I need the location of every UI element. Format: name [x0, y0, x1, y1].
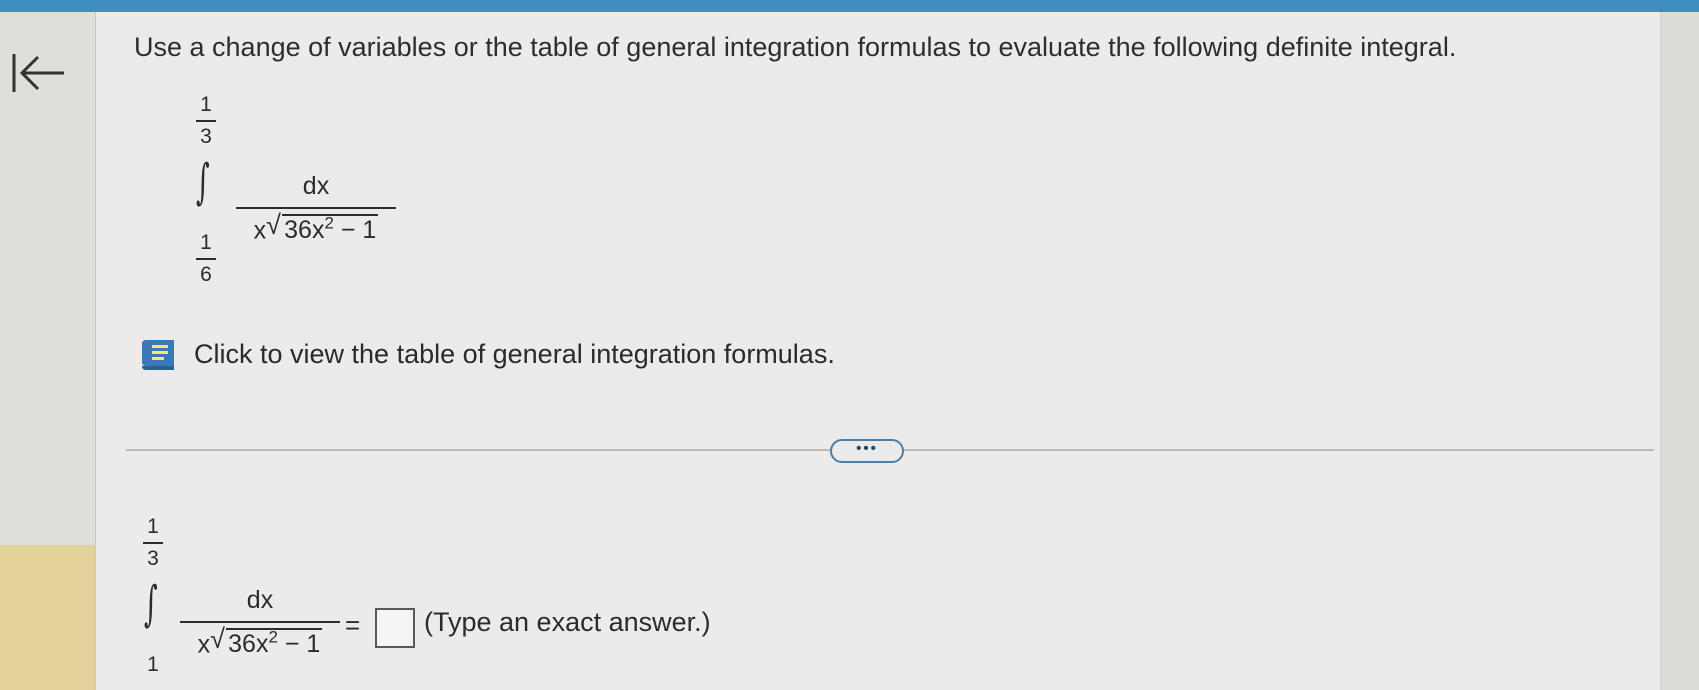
- integral-sign: ∫: [196, 154, 210, 210]
- integrand-numerator: dx: [302, 172, 330, 200]
- left-panel-highlight: [0, 545, 95, 690]
- answer-denominator-prefix: x: [197, 630, 211, 659]
- answer-radicand-exponent: 2: [268, 628, 278, 647]
- integrand-fraction: dx x √ 36x2 − 1: [236, 172, 396, 245]
- lower-limit-bar: [196, 258, 216, 260]
- answer-integrand-numerator: dx: [246, 586, 274, 614]
- answer-radicand: 36x2 − 1: [226, 628, 323, 659]
- back-to-start-icon[interactable]: [8, 48, 68, 98]
- fraction-bar: [236, 207, 396, 209]
- radicand: 36x2 − 1: [282, 214, 379, 245]
- answer-upper-denominator: 3: [147, 547, 159, 570]
- question-instruction: Use a change of variables or the table o…: [134, 32, 1457, 62]
- denominator-prefix: x: [253, 216, 267, 245]
- answer-radicand-suffix: − 1: [277, 630, 321, 659]
- more-button[interactable]: •••: [830, 439, 904, 463]
- lower-limit-denominator: 6: [200, 263, 212, 286]
- answer-upper-bar: [143, 542, 163, 544]
- answer-square-root: √ 36x2 − 1: [210, 624, 323, 659]
- radicand-base: 36x: [284, 216, 325, 245]
- top-bar: [0, 0, 1699, 12]
- upper-limit-denominator: 3: [200, 125, 212, 148]
- equals-sign: =: [345, 610, 361, 640]
- radicand-exponent: 2: [324, 214, 334, 233]
- radical-sign: √: [266, 210, 281, 240]
- answer-lower-limit: 1: [140, 654, 166, 676]
- square-root: √ 36x2 − 1: [266, 210, 379, 245]
- answer-integral-sign: ∫: [144, 576, 158, 632]
- integrand-denominator: x √ 36x2 − 1: [236, 210, 396, 245]
- answer-radical-sign: √: [210, 624, 225, 654]
- answer-radicand-base: 36x: [228, 630, 269, 659]
- answer-upper-limit: 1 3: [140, 516, 166, 570]
- upper-limit: 1 3: [193, 94, 219, 148]
- book-icon: [142, 340, 174, 370]
- upper-limit-bar: [196, 120, 216, 122]
- answer-input[interactable]: [375, 608, 415, 648]
- answer-fraction-bar: [180, 621, 340, 623]
- answer-upper-numerator: 1: [147, 515, 159, 538]
- right-edge: [1660, 12, 1699, 690]
- upper-limit-numerator: 1: [200, 93, 212, 116]
- answer-lower-numerator: 1: [147, 653, 159, 676]
- answer-integrand-denominator: x √ 36x2 − 1: [180, 624, 340, 659]
- radicand-suffix: − 1: [333, 216, 377, 245]
- formula-link-label: Click to view the table of general integ…: [194, 338, 835, 369]
- answer-integrand-fraction: dx x √ 36x2 − 1: [180, 586, 340, 659]
- lower-limit: 1 6: [193, 232, 219, 286]
- lower-limit-numerator: 1: [200, 231, 212, 254]
- answer-hint: (Type an exact answer.): [424, 607, 711, 637]
- formula-table-link[interactable]: Click to view the table of general integ…: [140, 336, 835, 372]
